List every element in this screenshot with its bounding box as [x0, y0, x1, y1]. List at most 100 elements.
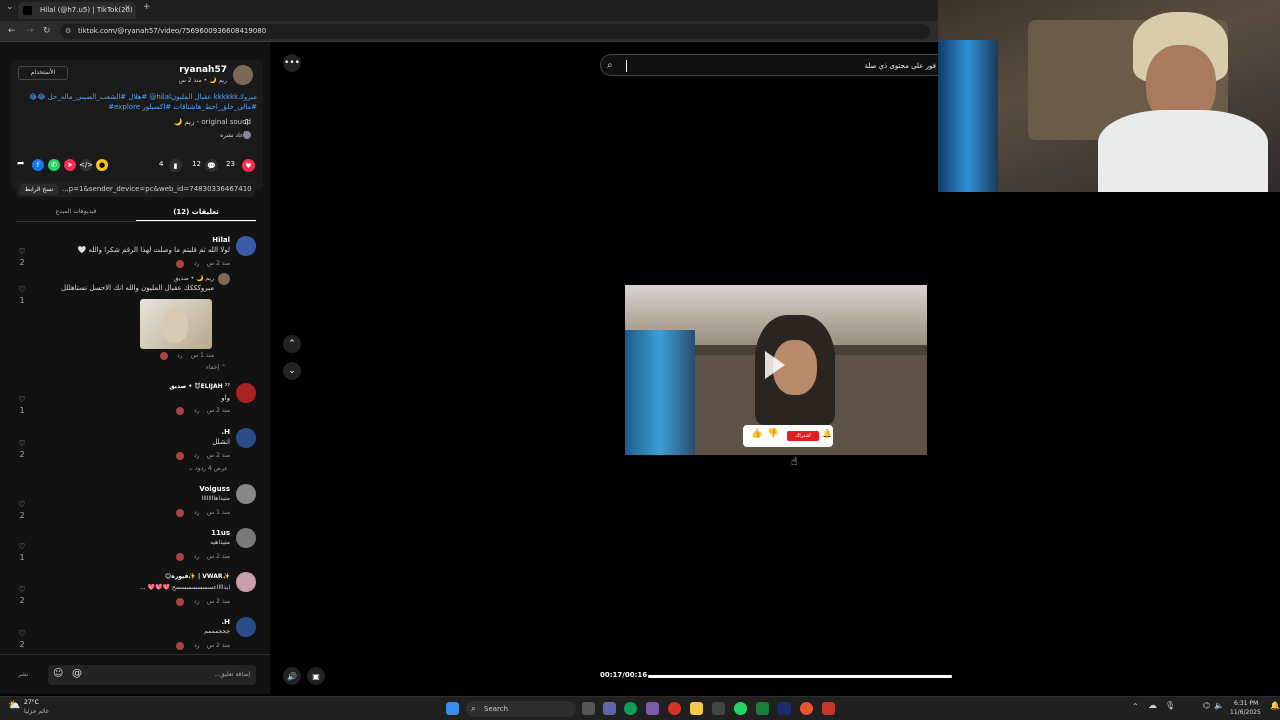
- picture-in-picture-icon[interactable]: ▣: [307, 667, 325, 685]
- tab-list-chevron-icon[interactable]: ⌄: [6, 0, 14, 18]
- reply-link[interactable]: رد: [194, 452, 200, 459]
- app-icon-purple[interactable]: [646, 702, 659, 715]
- weather-temp[interactable]: 27°C: [24, 699, 39, 706]
- comment-avatar[interactable]: [236, 572, 256, 592]
- comment-avatar[interactable]: [236, 484, 256, 504]
- teams-icon[interactable]: [603, 702, 616, 715]
- comment-author[interactable]: Voiguss: [199, 485, 230, 493]
- bookmark-icon[interactable]: ▮: [169, 159, 182, 172]
- reply-avatar[interactable]: [218, 273, 230, 285]
- reply-link[interactable]: رد: [194, 509, 200, 516]
- comment-author[interactable]: H.: [221, 428, 230, 436]
- comment-author[interactable]: H.: [221, 618, 230, 626]
- start-windows-icon[interactable]: [446, 702, 459, 715]
- comment-like-count: 2: [19, 640, 25, 649]
- reply-link[interactable]: رد: [194, 260, 200, 267]
- file-explorer-icon[interactable]: [690, 702, 703, 715]
- comment-like-icon[interactable]: ♡: [15, 285, 29, 294]
- whatsapp-icon[interactable]: ✆: [48, 159, 60, 171]
- browser-tab[interactable]: Hilal (@h7.u5) | TikTok(20): [18, 2, 136, 19]
- tab-creator-videos[interactable]: فيديوهات المبدع: [16, 208, 136, 215]
- emoji-icon[interactable]: ☺: [53, 668, 63, 679]
- comment-like-icon[interactable]: ♡: [15, 247, 29, 256]
- view-replies-link[interactable]: ⌄ عرض 4 ردود: [188, 465, 228, 472]
- creator-username[interactable]: ryanah57: [179, 65, 227, 75]
- app-icon-green[interactable]: [756, 702, 769, 715]
- speaker-icon[interactable]: 🔈: [1214, 701, 1224, 710]
- taskbar-search[interactable]: ⌕ Search: [466, 701, 576, 717]
- comment-input[interactable]: إضافة تعليق... ☺ @: [48, 665, 256, 685]
- volume-icon[interactable]: 🔊: [283, 667, 301, 685]
- chrome-profile-icon[interactable]: [800, 702, 813, 715]
- store-icon[interactable]: [712, 702, 725, 715]
- comment-author[interactable]: 11us: [211, 529, 230, 537]
- reply-link[interactable]: رد: [194, 642, 200, 649]
- tray-chevron-up-icon[interactable]: ⌃: [1132, 702, 1139, 711]
- coin-icon[interactable]: ●: [96, 159, 108, 171]
- reload-icon[interactable]: ↻: [43, 21, 51, 42]
- cloud-icon[interactable]: ☁: [1148, 701, 1157, 711]
- weather-text[interactable]: غائم جزئيا: [24, 708, 49, 715]
- hide-replies-link[interactable]: إخفاء ⌃: [206, 364, 226, 371]
- site-info-icon[interactable]: ⚙: [65, 24, 71, 39]
- back-arrow-icon[interactable]: ←: [8, 21, 16, 42]
- embed-code-icon[interactable]: </>: [79, 159, 93, 171]
- more-options-icon[interactable]: •••: [283, 54, 301, 72]
- comment-author[interactable]: Hilal: [212, 236, 230, 244]
- previous-video-chevron-up-icon[interactable]: ⌃: [283, 335, 301, 353]
- task-view-icon[interactable]: [582, 702, 595, 715]
- search-bar[interactable]: فور على محتوى ذي صلة ⌕: [600, 54, 940, 76]
- post-link-text[interactable]: ...p=1&sender_device=pc&web_id=748303364…: [62, 182, 252, 197]
- tab-comments[interactable]: تعليقات (12): [136, 208, 256, 216]
- comment-like-icon[interactable]: ♡: [15, 629, 29, 638]
- post-comment-button[interactable]: نشر: [18, 671, 28, 678]
- comment-like-icon[interactable]: ♡: [15, 439, 29, 448]
- like-heart-icon[interactable]: ♥: [242, 159, 255, 172]
- copy-link-button[interactable]: نسخ الرابط: [20, 184, 58, 195]
- comment-author[interactable]: ✨VWAR | ✨فيوره😊: [165, 573, 230, 580]
- comment-like-icon[interactable]: ♡: [15, 542, 29, 551]
- facebook-icon[interactable]: f: [32, 159, 44, 171]
- comment-avatar[interactable]: [236, 528, 256, 548]
- clock-time[interactable]: 6:31 PM: [1234, 700, 1258, 707]
- new-tab-button[interactable]: +: [143, 0, 151, 18]
- reply-link[interactable]: رد: [194, 407, 200, 414]
- url-field[interactable]: ⚙ tiktok.com/@ryanah57/video/75696009366…: [60, 24, 930, 39]
- search-icon[interactable]: ⌕: [607, 55, 613, 77]
- send-icon[interactable]: ➤: [64, 159, 76, 171]
- app-icon-red[interactable]: [822, 702, 835, 715]
- comment-author[interactable]: ريم 🌙 • صديق: [174, 275, 214, 282]
- comment-avatar[interactable]: [236, 383, 256, 403]
- reply-link[interactable]: رد: [194, 553, 200, 560]
- sound-label[interactable]: original sound - ريم 🌙: [173, 118, 251, 126]
- comment-like-icon[interactable]: ♡: [15, 585, 29, 594]
- reply-link[interactable]: رد: [194, 598, 200, 605]
- comment-bubble-icon[interactable]: 💬: [205, 159, 218, 172]
- comment-like-icon[interactable]: ♡: [15, 395, 29, 404]
- comment-author[interactable]: ELIJAH ⁷⁷😈 • صديق: [169, 383, 230, 390]
- creator-avatar[interactable]: [233, 65, 253, 85]
- comment-avatar[interactable]: [236, 428, 256, 448]
- edge-icon[interactable]: [624, 702, 637, 715]
- reply-link[interactable]: رد: [177, 352, 183, 359]
- forward-arrow-icon[interactable]: →: [26, 21, 34, 42]
- share-arrow-icon[interactable]: ➦: [17, 159, 25, 169]
- comment-avatar[interactable]: [236, 236, 256, 256]
- mention-icon[interactable]: @: [72, 668, 82, 679]
- next-video-chevron-down-icon[interactable]: ⌄: [283, 362, 301, 380]
- microphone-icon[interactable]: 🎙: [1165, 701, 1175, 710]
- follow-button[interactable]: الأستخدام: [18, 66, 68, 80]
- comment-like-icon[interactable]: ♡: [15, 500, 29, 509]
- comment-avatar[interactable]: [236, 617, 256, 637]
- chrome-icon[interactable]: [668, 702, 681, 715]
- notification-bell-icon[interactable]: 🔔: [1270, 701, 1280, 710]
- comment-image[interactable]: [140, 299, 212, 349]
- video-player[interactable]: 👍 👎 اشتراك 🔔: [625, 285, 927, 455]
- caption-line-2[interactable]: #مالي_خلق_احط_هاشتاقات #اكسبلور explore#: [17, 103, 257, 111]
- caption-line-1: مبروكkkkkkk عقبال المليونhilal@ #هلال #ا…: [29, 93, 257, 101]
- app-icon-navy[interactable]: [778, 702, 791, 715]
- tab-close-icon[interactable]: ×: [124, 0, 131, 18]
- whatsapp-taskbar-icon[interactable]: [734, 702, 747, 715]
- clock-date[interactable]: 11/6/2025: [1230, 709, 1261, 716]
- wifi-icon[interactable]: ⌬: [1203, 701, 1210, 710]
